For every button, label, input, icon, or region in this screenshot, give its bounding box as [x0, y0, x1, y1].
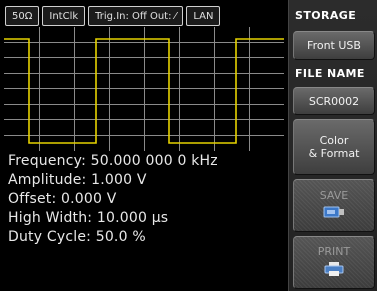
color-format-label-1: Color: [319, 134, 349, 147]
status-lan: LAN: [186, 6, 221, 26]
storage-header: STORAGE: [295, 9, 357, 22]
parameter-readouts: Frequency: 50.000 000 0 kHz Amplitude: 1…: [8, 152, 218, 247]
status-impedance: 50Ω: [5, 6, 40, 26]
color-format-button[interactable]: Color & Format: [293, 119, 375, 175]
usb-stick-icon: [322, 205, 346, 222]
duty-cycle-readout: Duty Cycle: 50.0 %: [8, 229, 146, 245]
storage-button[interactable]: Front USB: [293, 31, 375, 60]
status-clock: IntClk: [42, 6, 86, 26]
printer-icon: [323, 261, 345, 280]
amplitude-readout: Amplitude: 1.000 V: [8, 172, 147, 188]
filename-button-label: SCR0002: [308, 94, 360, 108]
main-display: 50Ω IntClk Trig.In: Off Out: ⁄ LAN Frequ…: [0, 0, 288, 291]
filename-button[interactable]: SCR0002: [293, 87, 375, 115]
print-button[interactable]: PRINT: [293, 236, 375, 289]
status-bar: 50Ω IntClk Trig.In: Off Out: ⁄ LAN: [5, 6, 221, 26]
save-button[interactable]: SAVE: [293, 179, 375, 232]
filename-header: FILE NAME: [295, 67, 365, 80]
high-width-readout: High Width: 10.000 µs: [8, 210, 169, 226]
frequency-readout: Frequency: 50.000 000 0 kHz: [8, 153, 218, 169]
status-trigger: Trig.In: Off Out: ⁄: [88, 6, 184, 26]
color-format-label-2: & Format: [308, 147, 360, 160]
softkey-menu: STORAGE Front USB FILE NAME SCR0002 Colo…: [288, 0, 377, 291]
offset-readout: Offset: 0.000 V: [8, 191, 117, 207]
print-button-label: PRINT: [317, 245, 351, 258]
storage-button-label: Front USB: [307, 39, 361, 52]
save-button-label: SAVE: [319, 189, 349, 202]
waveform-display: [4, 27, 284, 151]
